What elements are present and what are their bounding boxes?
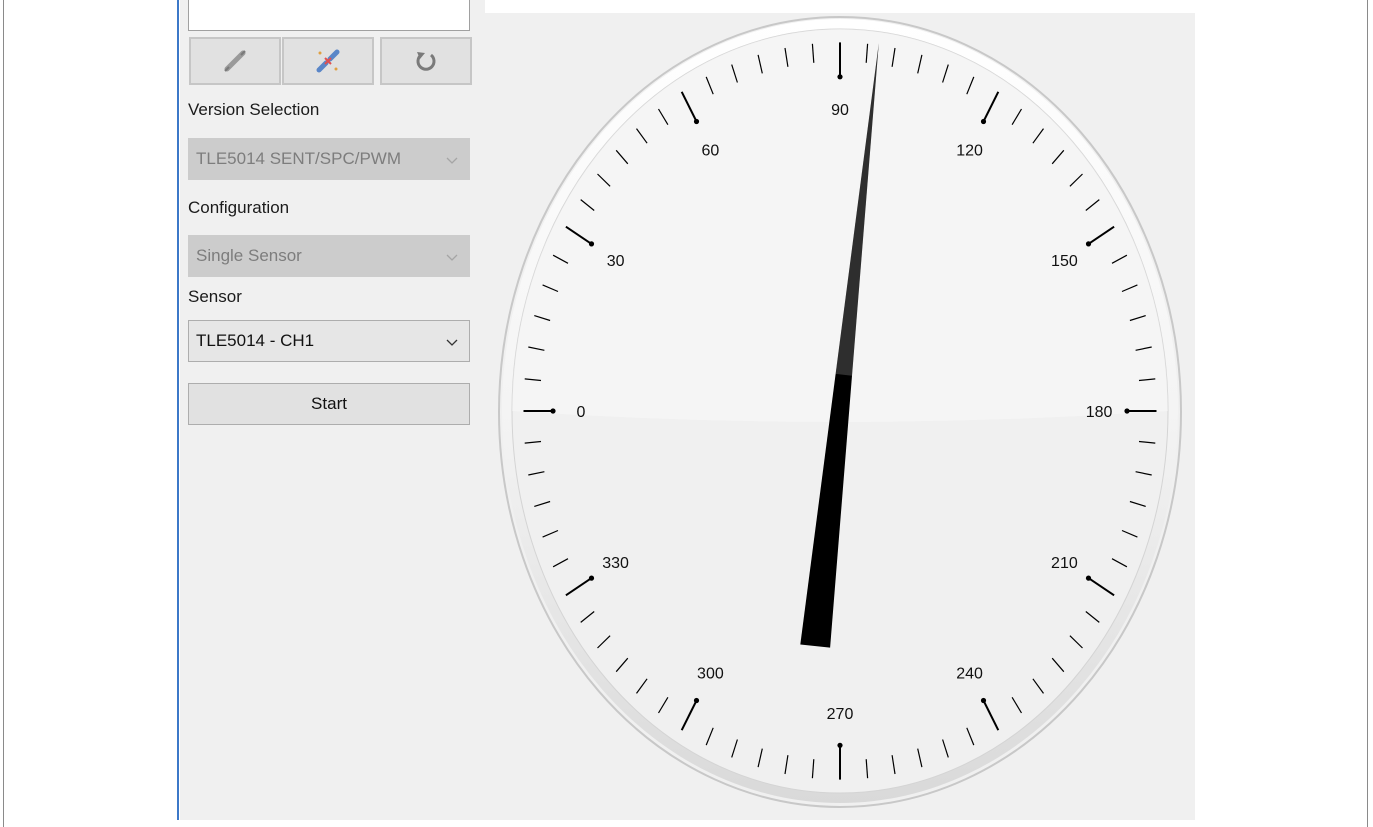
- tick-label: 60: [702, 143, 720, 160]
- tick-label: 300: [697, 665, 724, 682]
- major-tick-dot: [693, 697, 700, 704]
- configuration-dropdown[interactable]: Single Sensor: [188, 235, 470, 277]
- major-tick-dot: [837, 742, 843, 748]
- tick-label: 270: [827, 706, 854, 723]
- tick-label: 90: [831, 102, 849, 119]
- window-border-right: [1367, 0, 1368, 827]
- major-tick-dot: [588, 575, 595, 581]
- refresh-button[interactable]: [380, 37, 472, 85]
- major-tick-dot: [1085, 241, 1092, 247]
- version-selection-value: TLE5014 SENT/SPC/PWM: [196, 149, 402, 168]
- major-tick-dot: [980, 118, 987, 125]
- tick-label: 150: [1051, 253, 1078, 270]
- version-selection-label: Version Selection: [188, 100, 320, 119]
- tick-label: 210: [1051, 555, 1078, 572]
- panel-accent-line: [177, 0, 179, 820]
- window-border-left: [3, 0, 4, 827]
- major-tick-dot: [693, 118, 700, 125]
- chevron-down-icon: [445, 152, 459, 172]
- connect-icon: [222, 48, 248, 74]
- major-tick-dot: [1124, 408, 1130, 414]
- tick-label: 330: [602, 555, 629, 572]
- major-tick-dot: [1085, 575, 1092, 581]
- connect-button[interactable]: [189, 37, 281, 85]
- disconnect-button[interactable]: [282, 37, 374, 85]
- tick-label: 180: [1086, 404, 1113, 421]
- major-tick-dot: [837, 74, 843, 80]
- start-button[interactable]: Start: [188, 383, 470, 425]
- configuration-value: Single Sensor: [196, 246, 302, 265]
- major-tick-dot: [588, 241, 595, 247]
- chevron-down-icon: [445, 334, 459, 354]
- tick-label: 30: [607, 253, 625, 270]
- tick-label: 0: [576, 404, 585, 421]
- chevron-down-icon: [445, 249, 459, 269]
- sensor-value: TLE5014 - CH1: [196, 331, 315, 350]
- major-tick-dot: [550, 408, 556, 414]
- tick-label: 120: [956, 143, 983, 160]
- angle-gauge: 0 30 60 90 120 150 180 210 240 270 300 330: [498, 16, 1182, 808]
- major-tick-dot: [980, 697, 987, 704]
- configuration-label: Configuration: [188, 198, 290, 217]
- sensor-label: Sensor: [188, 287, 242, 306]
- disconnect-icon: [314, 47, 342, 75]
- control-panel: Version Selection TLE5014 SENT/SPC/PWM C…: [180, 0, 485, 820]
- sensor-dropdown[interactable]: TLE5014 - CH1: [188, 320, 470, 362]
- refresh-icon: [414, 49, 438, 73]
- version-selection-dropdown[interactable]: TLE5014 SENT/SPC/PWM: [188, 138, 470, 180]
- status-field[interactable]: [188, 0, 470, 31]
- tick-label: 240: [956, 665, 983, 682]
